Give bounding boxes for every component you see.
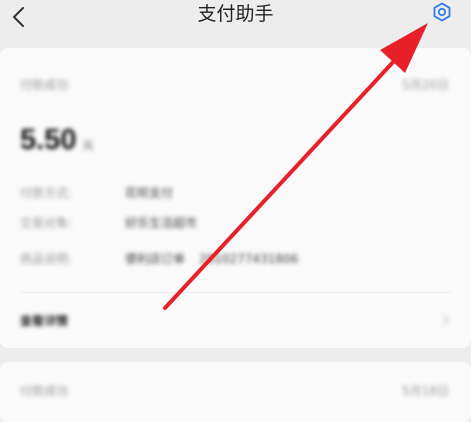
gear-icon[interactable] <box>430 0 454 24</box>
detail-row-payment-method: 付款方式: 花呗支付 <box>20 184 173 204</box>
chevron-right-icon <box>442 314 450 326</box>
detail-value: 好乐生活超市 <box>125 216 198 230</box>
amount-unit: 元 <box>82 139 94 152</box>
order-number: 2810277431806 <box>199 252 299 266</box>
detail-value: 花呗支付 <box>125 186 174 200</box>
detail-row-item-description: 商品说明: 便利店订单 2810277431806 <box>20 250 298 270</box>
view-details-link[interactable]: 查看详情 <box>20 312 68 329</box>
page-title: 支付助手 <box>197 3 274 25</box>
amount-row: 5.50 元 <box>20 124 93 164</box>
payment-card-secondary[interactable]: 付款成功 5月18日 <box>0 362 471 422</box>
navigation-bar: 支付助手 <box>0 0 471 38</box>
detail-label: 交易对象: <box>20 216 73 230</box>
divider <box>20 292 451 293</box>
payment-card[interactable]: 付款成功 5月20日 5.50 元 付款方式: 花呗支付 交易对象: 好乐生活超市 商… <box>0 48 471 348</box>
payment-amount: 5.50 <box>20 124 77 156</box>
payment-date: 5月18日 <box>402 384 449 398</box>
detail-row-counterparty: 交易对象: 好乐生活超市 <box>20 214 197 234</box>
payment-status: 付款成功 <box>20 78 69 92</box>
detail-label: 付款方式: <box>20 186 73 200</box>
payment-status: 付款成功 <box>20 384 69 398</box>
detail-label: 商品说明: <box>20 252 73 266</box>
detail-value: 便利店订单 <box>125 252 186 266</box>
payment-date: 5月20日 <box>402 78 449 92</box>
